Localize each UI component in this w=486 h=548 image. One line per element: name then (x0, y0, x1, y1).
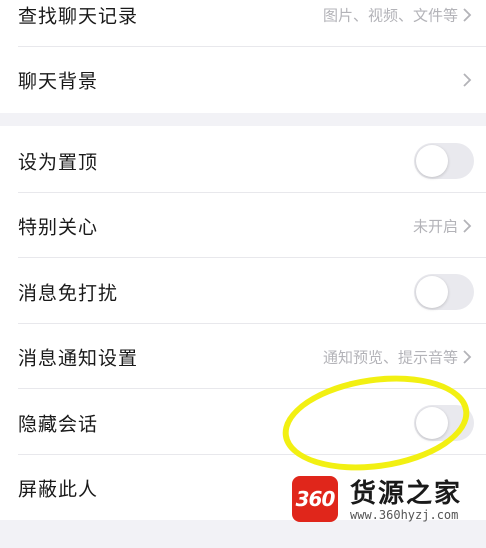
row-pin-to-top: 设为置顶 (0, 128, 486, 193)
chevron-right-icon (463, 7, 472, 22)
do-not-disturb-toggle[interactable] (414, 273, 474, 310)
row-detail: 图片、视频、文件等 (322, 6, 458, 24)
row-label: 设为置顶 (18, 151, 99, 173)
row-label: 特别关心 (18, 216, 99, 238)
row-label: 屏蔽此人 (18, 478, 99, 500)
row-detail: 通知预览、提示音等 (322, 348, 458, 366)
divider (18, 257, 486, 258)
row-detail: 未开启 (412, 217, 458, 235)
chevron-right-icon (463, 218, 472, 233)
row-chat-background[interactable]: 聊天背景 (0, 47, 486, 112)
row-search-chat-history[interactable]: 查找聊天记录 图片、视频、文件等 (0, 0, 486, 47)
watermark-url: www.360hyzj.com (350, 508, 459, 522)
row-do-not-disturb: 消息免打扰 (0, 259, 486, 324)
chevron-right-icon (463, 72, 472, 87)
row-label: 查找聊天记录 (18, 5, 139, 27)
toggle-knob (416, 144, 448, 177)
watermark-title: 货源之家 (350, 479, 463, 509)
chevron-right-icon (463, 349, 472, 364)
toggle-knob (416, 275, 448, 308)
pin-to-top-toggle[interactable] (414, 142, 474, 179)
row-label: 隐藏会话 (18, 413, 99, 435)
row-label: 消息免打扰 (18, 282, 119, 304)
row-label: 消息通知设置 (18, 347, 139, 369)
row-label: 聊天背景 (18, 70, 99, 92)
watermark: 360 货源之家 www.360hyzj.com (292, 470, 472, 532)
watermark-logo: 360 (292, 476, 338, 522)
settings-group-chat: 查找聊天记录 图片、视频、文件等 聊天背景 (0, 0, 486, 113)
row-special-care[interactable]: 特别关心 未开启 (0, 193, 486, 258)
